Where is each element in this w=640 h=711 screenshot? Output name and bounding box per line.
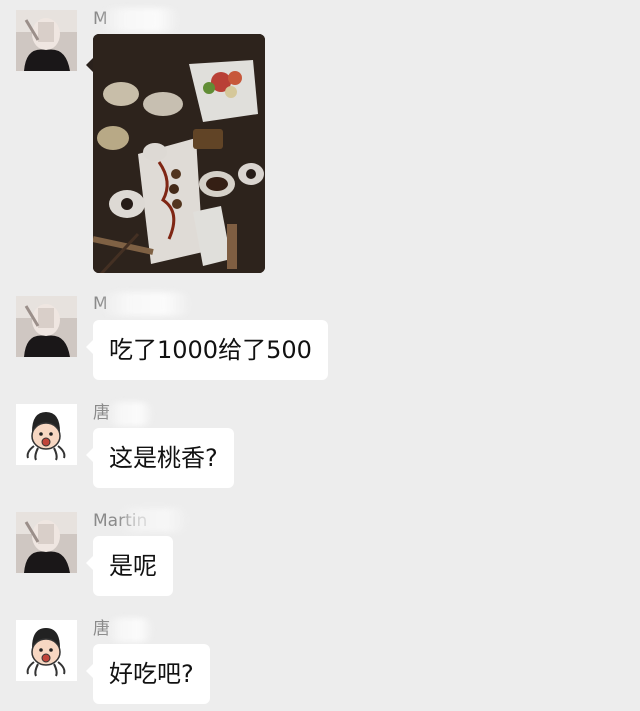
- chat-message: 唐 好吃吧?: [0, 616, 640, 711]
- avatar[interactable]: [16, 10, 77, 71]
- user-photo-icon: [16, 296, 77, 357]
- octopus-avatar-icon: [16, 404, 77, 465]
- user-photo-icon: [16, 10, 77, 71]
- message-text: 是呢: [109, 552, 157, 580]
- blurred-name: [106, 618, 154, 642]
- bubble-tail: [86, 58, 93, 72]
- avatar[interactable]: [16, 512, 77, 573]
- message-text: 好吃吧?: [109, 660, 194, 688]
- message-bubble[interactable]: 好吃吧?: [86, 644, 210, 704]
- chat-message: 唐 这是桃香?: [0, 400, 640, 508]
- message-text: 这是桃香?: [109, 444, 218, 472]
- chat-message: M 吃了1000给了500: [0, 290, 640, 400]
- blurred-name: [100, 8, 180, 32]
- user-photo-icon: [16, 512, 77, 573]
- octopus-avatar-icon: [16, 620, 77, 681]
- avatar[interactable]: [16, 404, 77, 465]
- message-bubble[interactable]: 吃了1000给了500: [86, 320, 328, 380]
- image-message[interactable]: [93, 34, 265, 273]
- blurred-name: [118, 508, 188, 532]
- avatar[interactable]: [16, 296, 77, 357]
- avatar[interactable]: [16, 620, 77, 681]
- blurred-name: [100, 292, 192, 316]
- chat-message: M: [0, 0, 640, 290]
- message-text: 吃了1000给了500: [109, 336, 312, 364]
- food-photo-icon: [93, 34, 265, 273]
- chat-message: Martin 是呢: [0, 508, 640, 616]
- message-bubble[interactable]: 是呢: [86, 536, 173, 596]
- message-bubble[interactable]: 这是桃香?: [86, 428, 234, 488]
- chat-window: M: [0, 0, 640, 711]
- blurred-name: [106, 402, 154, 426]
